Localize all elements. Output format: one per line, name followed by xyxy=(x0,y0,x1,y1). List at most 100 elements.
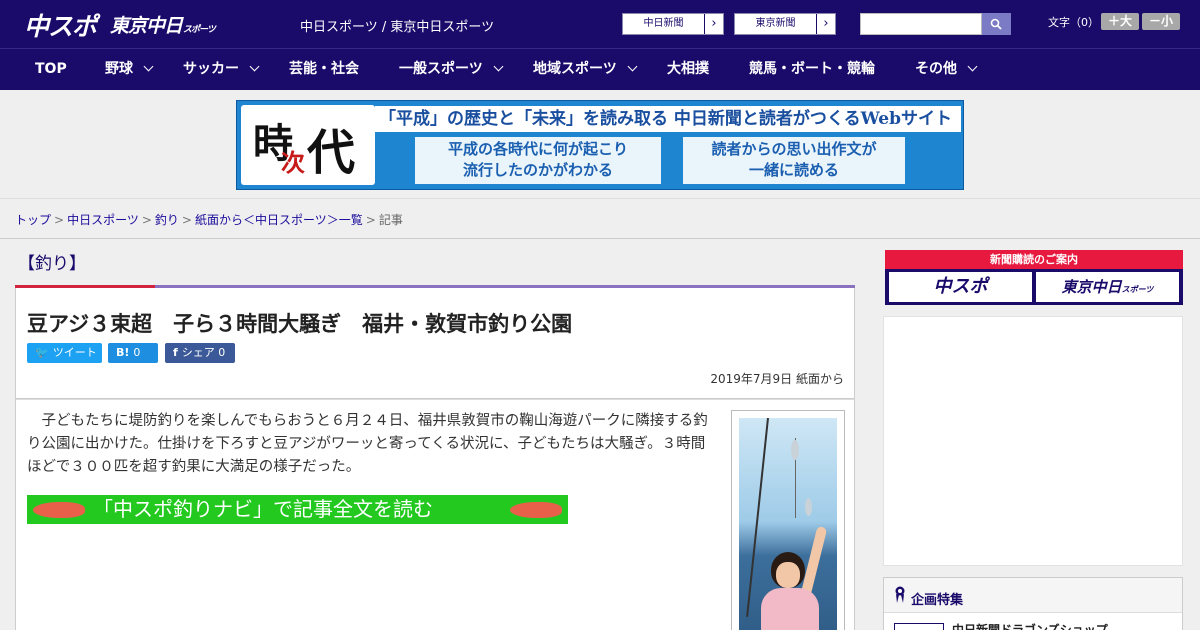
nav-label: TOP xyxy=(35,61,67,77)
nav-item-entertainment[interactable]: 芸能・社会 xyxy=(289,49,359,90)
banner-feature-2: 読者からの思い出作文が 一緒に読める xyxy=(683,137,905,184)
tweet-label: ツイート xyxy=(52,346,97,359)
tweet-button[interactable]: 🐦 ツイート xyxy=(27,343,102,363)
breadcrumb-bar: トップ > 中日スポーツ > 釣り > 紙面から＜中日スポーツ＞一覧 > 記事 xyxy=(0,198,1200,239)
breadcrumb-link-chunichi-sports[interactable]: 中日スポーツ xyxy=(67,213,139,227)
banner-feature-line: 一緒に読める xyxy=(748,161,839,179)
twitter-icon: 🐦 xyxy=(35,346,49,359)
nav-item-soccer[interactable]: サッカー xyxy=(183,49,260,90)
nav-item-racing[interactable]: 競馬・ボート・競輪 xyxy=(749,49,875,90)
jidai-logo: 時 次 代 xyxy=(241,105,375,185)
paper-link-label: 東京新聞 xyxy=(755,18,796,29)
article-date: 2019年7月9日 紙面から xyxy=(710,372,844,386)
chevron-right-icon: › xyxy=(816,14,835,34)
font-size-label: 文字（0） xyxy=(1048,16,1099,29)
subscribe-tokyo-chunichi-button[interactable]: 東京中日スポーツ xyxy=(1036,272,1179,302)
subscription-ad-title: 新聞購読のご案内 xyxy=(885,250,1183,269)
nav-label: 野球 xyxy=(105,61,133,77)
article-title: 豆アジ３束超 子ら３時間大騒ぎ 福井・敦賀市釣り公園 xyxy=(27,312,573,336)
photo-girl-fishing xyxy=(739,418,837,630)
nav-item-other[interactable]: その他 xyxy=(915,49,978,90)
subscription-ad[interactable]: 新聞購読のご案内 中スポ 東京中日スポーツ xyxy=(885,250,1183,305)
chunichi-shimbun-link[interactable]: 中日新聞 › xyxy=(622,13,724,35)
hatena-icon: B! xyxy=(116,346,130,359)
nav-label: 地域スポーツ xyxy=(533,61,617,77)
facebook-share-button[interactable]: f シェア 0 xyxy=(165,343,235,363)
fish-icon xyxy=(510,502,562,518)
subscribe-tokyo-label: 東京中日 xyxy=(1061,278,1122,296)
nav-label: 芸能・社会 xyxy=(289,61,359,77)
breadcrumb-current: 記事 xyxy=(378,213,403,227)
banner-area: 時 次 代 「平成」の歴史と「未来」を読み取る 中日新聞と読者がつくるWebサイ… xyxy=(0,90,1200,198)
banner-feature-1: 平成の各時代に何が起こり 流行したのかがわかる xyxy=(415,137,661,184)
nav-label: 一般スポーツ xyxy=(399,61,483,77)
chevron-down-icon xyxy=(249,61,260,72)
chevron-down-icon xyxy=(493,61,504,72)
tokyo-shimbun-link[interactable]: 東京新聞 › xyxy=(734,13,836,35)
nav-item-general-sports[interactable]: 一般スポーツ xyxy=(399,49,504,90)
search-icon xyxy=(990,18,1002,30)
special-features-title: 企画特集 xyxy=(911,593,964,608)
article-header: 豆アジ３束超 子ら３時間大騒ぎ 福井・敦賀市釣り公園 🐦 ツイート B! 0 f シェ… xyxy=(15,288,855,399)
subscribe-tokyo-small: スポーツ xyxy=(1121,285,1154,294)
ribbon-icon xyxy=(895,586,905,603)
nav-label: サッカー xyxy=(183,61,239,77)
breadcrumb-separator: > xyxy=(365,213,376,227)
nav-item-baseball[interactable]: 野球 xyxy=(105,49,154,90)
breadcrumb-link-fishing[interactable]: 釣り xyxy=(155,213,179,227)
nav-label: その他 xyxy=(915,61,957,77)
nav-label: 競馬・ボート・競輪 xyxy=(749,61,875,77)
chevron-down-icon xyxy=(967,61,978,72)
breadcrumb-separator: > xyxy=(141,213,152,227)
category-heading: 【釣り】 xyxy=(18,254,86,274)
facebook-share-label: シェア xyxy=(181,346,215,359)
tokyo-chunichi-logo-text: 東京中日 xyxy=(110,15,183,37)
special-features-box: 企画特集 中日新聞ドラゴンズショップ xyxy=(883,577,1183,630)
paper-link-label: 中日新聞 xyxy=(643,18,684,29)
hatena-count: 0 xyxy=(133,346,141,359)
article-photo[interactable] xyxy=(731,410,845,630)
read-full-article-link[interactable]: 「中スポ釣りナビ」で記事全文を読む xyxy=(27,495,568,524)
chuspo-logo[interactable]: 中スポ xyxy=(24,7,97,43)
jidai-logo-char: 次 xyxy=(281,148,305,177)
font-smaller-button[interactable]: －小 xyxy=(1142,13,1180,30)
fish-icon xyxy=(33,502,85,518)
nav-item-sumo[interactable]: 大相撲 xyxy=(667,49,709,90)
chevron-right-icon: › xyxy=(704,14,723,34)
nav-item-top[interactable]: TOP xyxy=(35,49,67,90)
jidai-logo-char: 代 xyxy=(307,125,356,181)
breadcrumb: トップ > 中日スポーツ > 釣り > 紙面から＜中日スポーツ＞一覧 > 記事 xyxy=(15,211,403,228)
breadcrumb-link-top[interactable]: トップ xyxy=(15,213,51,227)
jidai-banner-ad[interactable]: 時 次 代 「平成」の歴史と「未来」を読み取る 中日新聞と読者がつくるWebサイ… xyxy=(236,100,964,190)
breadcrumb-separator: > xyxy=(181,213,192,227)
nav-item-local-sports[interactable]: 地域スポーツ xyxy=(533,49,638,90)
special-item-dragons-shop[interactable]: 中日新聞ドラゴンズショップ xyxy=(952,621,1108,630)
sidebar-ad-slot xyxy=(883,316,1183,566)
subscribe-chuspo-button[interactable]: 中スポ xyxy=(889,272,1032,302)
tokyo-chunichi-logo[interactable]: 東京中日スポーツ xyxy=(110,11,216,38)
search-button[interactable] xyxy=(982,13,1011,35)
dragons-shop-thumbnail[interactable] xyxy=(894,623,944,630)
hatena-bookmark-button[interactable]: B! 0 xyxy=(108,343,158,363)
breadcrumb-separator: > xyxy=(54,213,65,227)
banner-feature-line: 流行したのかがわかる xyxy=(462,161,613,179)
facebook-icon: f xyxy=(173,346,178,359)
banner-title: 「平成」の歴史と「未来」を読み取る 中日新聞と読者がつくるWebサイト xyxy=(375,106,961,132)
site-names: 中日スポーツ / 東京中日スポーツ xyxy=(300,20,495,35)
site-header: 中スポ 東京中日スポーツ 中日スポーツ / 東京中日スポーツ 中日新聞 › 東京… xyxy=(0,0,1200,48)
banner-feature-line: 読者からの思い出作文が xyxy=(711,140,877,158)
breadcrumb-link-paper-list[interactable]: 紙面から＜中日スポーツ＞一覧 xyxy=(195,213,363,227)
main-nav: TOP 野球 サッカー 芸能・社会 一般スポーツ 地域スポーツ 大相撲 競馬・ボ… xyxy=(0,48,1200,90)
article-text: 子どもたちに堤防釣りを楽しんでもらおうと６月２４日、福井県敦賀市の鞠山海遊パーク… xyxy=(27,413,708,475)
font-larger-button[interactable]: ＋大 xyxy=(1101,13,1139,30)
search-input[interactable] xyxy=(860,13,982,35)
chevron-down-icon xyxy=(143,61,154,72)
nav-label: 大相撲 xyxy=(667,61,709,77)
read-full-article-label: 「中スポ釣りナビ」で記事全文を読む xyxy=(93,497,433,521)
article-body: 子どもたちに堤防釣りを楽しんでもらおうと６月２４日、福井県敦賀市の鞠山海遊パーク… xyxy=(15,399,855,630)
banner-feature-line: 平成の各時代に何が起こり xyxy=(447,140,628,158)
special-features-header: 企画特集 xyxy=(884,578,1182,613)
tokyo-chunichi-logo-small: スポーツ xyxy=(183,25,216,35)
chevron-down-icon xyxy=(627,61,638,72)
facebook-share-count: 0 xyxy=(218,346,226,359)
